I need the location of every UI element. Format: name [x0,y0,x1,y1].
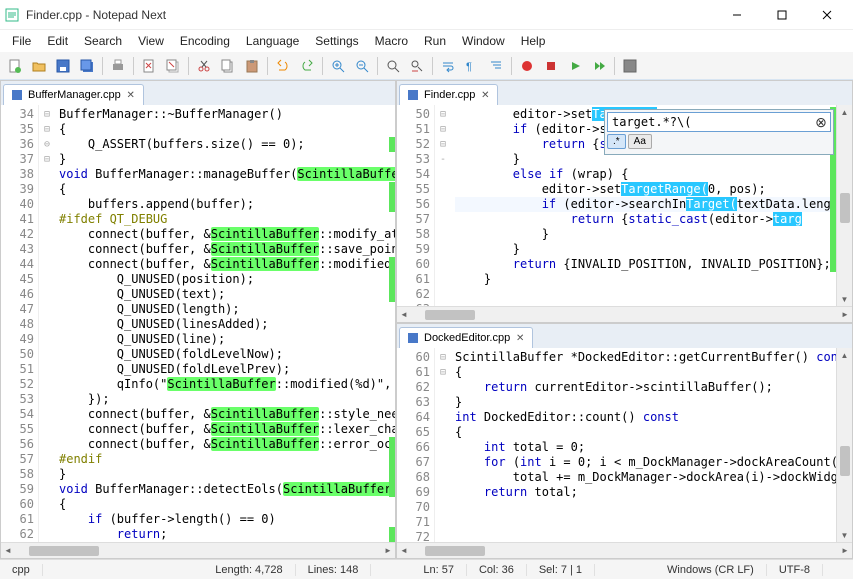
zoom-out-icon[interactable] [351,55,373,77]
clear-search-icon[interactable]: ⊗ [812,114,830,131]
tab-close-icon[interactable]: ✕ [514,332,526,344]
save-icon[interactable] [52,55,74,77]
tab-finder[interactable]: Finder.cpp ✕ [399,84,498,105]
save-macro-icon[interactable] [619,55,641,77]
window-maximize[interactable] [759,1,804,29]
play-macro-icon[interactable] [564,55,586,77]
tab-dockededitor[interactable]: DockedEditor.cpp ✕ [399,327,533,348]
copy-icon[interactable] [217,55,239,77]
menu-file[interactable]: File [4,32,39,50]
editor-pane-left: BufferManager.cpp ✕ 34 35 36 37 38 39 40… [0,80,396,559]
regex-toggle[interactable]: .* [607,134,626,149]
editor-right-top[interactable]: 50 51 52 53 54 55 56 57 58 59 60 61 62 6… [397,105,852,306]
indent-guides-icon[interactable] [485,55,507,77]
tabs-left: BufferManager.cpp ✕ [1,81,395,105]
search-input[interactable] [608,113,812,131]
tabs-right-bottom: DockedEditor.cpp ✕ [397,324,852,348]
zoom-in-icon[interactable] [327,55,349,77]
status-lang: cpp [0,564,43,576]
status-sel: Sel: 7 | 1 [527,564,595,576]
code-area[interactable]: ScintillaBuffer *DockedEditor::getCurren… [451,348,836,542]
tab-label: DockedEditor.cpp [424,332,510,344]
save-all-icon[interactable] [76,55,98,77]
scroll-left-icon[interactable]: ◄ [1,544,15,558]
scrollbar-vertical[interactable]: ▲ ▼ [836,348,852,542]
status-length: Length: 4,728 [203,564,295,576]
status-eol[interactable]: Windows (CR LF) [655,564,767,576]
status-col: Col: 36 [467,564,527,576]
file-icon [406,88,420,102]
app-icon [4,7,20,23]
word-wrap-icon[interactable] [437,55,459,77]
svg-text:¶: ¶ [466,61,472,73]
titlebar: Finder.cpp - Notepad Next [0,0,853,30]
scrollbar-horizontal[interactable]: ◄ ► [397,542,852,558]
fold-gutter[interactable]: ⊟⊟ [435,348,451,542]
close-icon[interactable] [138,55,160,77]
editor-pane-right-top: Finder.cpp ✕ 50 51 52 53 54 55 56 57 58 … [396,80,853,323]
scrollbar-vertical[interactable]: ▲ ▼ [836,105,852,306]
statusbar: cpp Length: 4,728 Lines: 148 Ln: 57 Col:… [0,559,853,579]
tab-close-icon[interactable]: ✕ [125,89,137,101]
redo-icon[interactable] [296,55,318,77]
tabs-right-top: Finder.cpp ✕ [397,81,852,105]
line-gutter: 34 35 36 37 38 39 40 41 42 43 44 45 46 4… [1,105,39,542]
line-gutter: 50 51 52 53 54 55 56 57 58 59 60 61 62 6… [397,105,435,306]
scrollbar-horizontal[interactable]: ◄ ► [397,306,852,322]
menu-view[interactable]: View [130,32,172,50]
file-icon [406,331,420,345]
paste-icon[interactable] [241,55,263,77]
find-icon[interactable] [382,55,404,77]
tab-close-icon[interactable]: ✕ [479,89,491,101]
status-ln: Ln: 57 [411,564,467,576]
toolbar: ¶ [0,52,853,80]
status-encoding[interactable]: UTF-8 [767,564,823,576]
undo-icon[interactable] [272,55,294,77]
menu-edit[interactable]: Edit [39,32,76,50]
menu-run[interactable]: Run [416,32,454,50]
menu-settings[interactable]: Settings [307,32,366,50]
window-close[interactable] [804,1,849,29]
cut-icon[interactable] [193,55,215,77]
window-minimize[interactable] [714,1,759,29]
match-case-toggle[interactable]: Aa [628,134,652,149]
replace-icon[interactable] [406,55,428,77]
scrollbar-horizontal[interactable]: ◄ ► [1,542,395,558]
scroll-right-icon[interactable]: ► [838,308,852,322]
print-icon[interactable] [107,55,129,77]
play-macro-multi-icon[interactable] [588,55,610,77]
fold-gutter[interactable]: ⊟⊟⊟- [435,105,451,306]
stop-macro-icon[interactable] [540,55,562,77]
tab-buffermanager[interactable]: BufferManager.cpp ✕ [3,84,144,105]
scroll-left-icon[interactable]: ◄ [397,308,411,322]
quick-search: ⊗ .* Aa [604,109,834,155]
new-file-icon[interactable] [4,55,26,77]
tab-label: BufferManager.cpp [28,89,121,101]
menu-encoding[interactable]: Encoding [172,32,238,50]
menu-help[interactable]: Help [513,32,554,50]
menu-window[interactable]: Window [454,32,513,50]
scroll-right-icon[interactable]: ► [838,544,852,558]
open-file-icon[interactable] [28,55,50,77]
show-whitespace-icon[interactable]: ¶ [461,55,483,77]
editor-pane-right-bottom: DockedEditor.cpp ✕ 60 61 62 63 64 65 66 … [396,323,853,559]
tab-label: Finder.cpp [424,89,475,101]
scroll-left-icon[interactable]: ◄ [397,544,411,558]
file-icon [10,88,24,102]
fold-gutter[interactable]: ⊟⊟⊖⊟ [39,105,55,542]
menu-macro[interactable]: Macro [367,32,416,50]
line-gutter: 60 61 62 63 64 65 66 67 68 69 70 71 72 7… [397,348,435,542]
menu-language[interactable]: Language [238,32,307,50]
code-area[interactable]: BufferManager::~BufferManager(){ Q_ASSER… [55,105,395,542]
record-macro-icon[interactable] [516,55,538,77]
editor-left[interactable]: 34 35 36 37 38 39 40 41 42 43 44 45 46 4… [1,105,395,542]
menubar: File Edit Search View Encoding Language … [0,30,853,52]
menu-search[interactable]: Search [76,32,130,50]
editor-right-bottom[interactable]: 60 61 62 63 64 65 66 67 68 69 70 71 72 7… [397,348,852,542]
window-title: Finder.cpp - Notepad Next [26,8,714,22]
status-lines: Lines: 148 [296,564,372,576]
scroll-right-icon[interactable]: ► [381,544,395,558]
close-all-icon[interactable] [162,55,184,77]
